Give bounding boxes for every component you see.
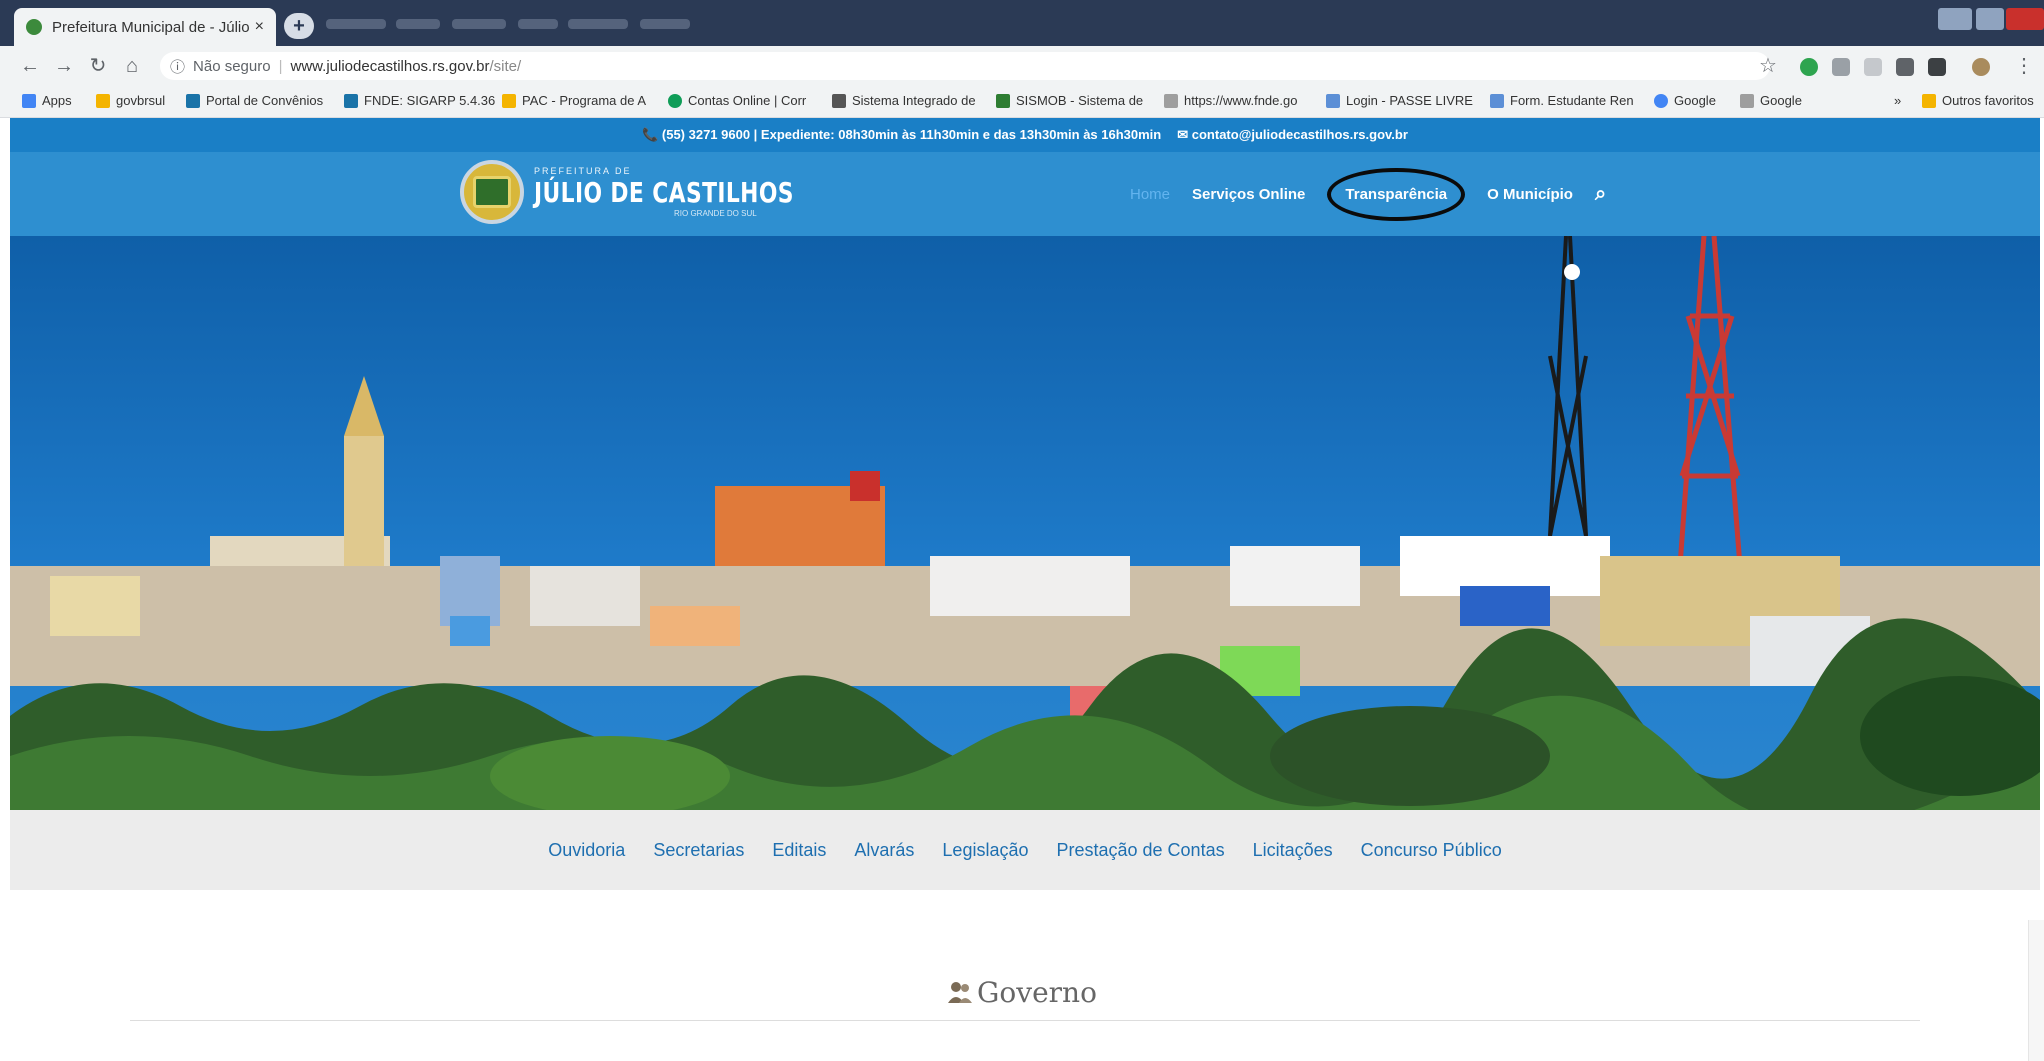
minimize-button[interactable] [1938,8,1972,30]
apps-grid-icon [22,93,36,108]
bookmark-item[interactable]: PAC - Programa de A [502,93,646,108]
extension-icon[interactable] [1800,58,1818,76]
extension-icon[interactable] [1832,58,1850,76]
google-icon [1654,93,1668,108]
download-icon[interactable] [1928,58,1946,76]
blurred-tab [640,19,690,29]
bookmark-item[interactable]: Google [1654,93,1716,108]
site-favicon-icon [26,19,42,35]
bookmark-favicon-icon [344,93,358,108]
menu-kebab-icon[interactable]: ⋮ [2012,54,2036,78]
tab-title: Prefeitura Municipal de - Júlio de Casti… [52,18,249,36]
city-skyline-illustration [10,236,2040,810]
bookmarks-overflow-icon[interactable]: » [1894,93,1901,108]
bookmark-favicon-icon [1326,93,1340,108]
bookmark-favicon-icon [186,93,200,108]
site-header: PREFEITURA DE JÚLIO DE CASTILHOS RIO GRA… [10,152,2040,236]
url-input[interactable]: ⓘ Não seguro | www.juliodecastilhos.rs.g… [160,52,1770,80]
url-host: www.juliodecastilhos.rs.gov.br [290,57,490,75]
hero-city-photo [10,236,2040,810]
secnav-ouvidoria[interactable]: Ouvidoria [548,840,625,861]
phone-hours: 📞 (55) 3271 9600 | Expediente: 08h30min … [642,127,1162,142]
main-nav: Home Serviços Online Transparência O Mun… [1130,152,1606,236]
page-scrollbar[interactable] [2028,920,2044,1061]
not-secure-label: Não seguro [193,57,271,75]
bookmarks-bar: Apps govbrsul Portal de Convênios FNDE: … [0,86,2044,118]
browser-tab-strip: Prefeitura Municipal de - Júlio de Casti… [0,0,2044,46]
browser-tab[interactable]: Prefeitura Municipal de - Júlio de Casti… [14,8,276,46]
blurred-tab [452,19,506,29]
folder-icon [1922,93,1936,108]
bookmark-favicon-icon [1490,93,1504,108]
secnav-secretarias[interactable]: Secretarias [653,840,744,861]
secnav-licitacoes[interactable]: Licitações [1253,840,1333,861]
bookmark-item[interactable]: Sistema Integrado de [832,93,976,108]
nav-municipio[interactable]: O Município [1487,186,1573,203]
nav-servicos-online[interactable]: Serviços Online [1192,186,1305,203]
secnav-prestacao-de-contas[interactable]: Prestação de Contas [1056,840,1224,861]
bookmark-item[interactable]: Form. Estudante Ren [1490,93,1634,108]
maximize-button[interactable] [1976,8,2004,30]
site-logo[interactable]: PREFEITURA DE JÚLIO DE CASTILHOS RIO GRA… [460,160,867,224]
secnav-alvaras[interactable]: Alvarás [854,840,914,861]
contact-topbar: 📞 (55) 3271 9600 | Expediente: 08h30min … [10,118,2040,152]
bookmark-favicon-icon [996,93,1010,108]
bookmark-item[interactable]: SISMOB - Sistema de [996,93,1143,108]
bookmark-item[interactable]: govbrsul [96,93,165,108]
folder-icon [96,93,110,108]
extension-icon[interactable] [1896,58,1914,76]
secnav-concurso-publico[interactable]: Concurso Público [1361,840,1502,861]
star-bookmark-icon[interactable]: ☆ [1756,54,1780,78]
bookmark-item[interactable]: FNDE: SIGARP 5.4.36 [344,93,495,108]
section-divider [130,1020,1920,1021]
coat-of-arms-icon [460,160,524,224]
blurred-tab [518,19,558,29]
extension-icon[interactable] [1864,58,1882,76]
secnav-legislacao[interactable]: Legislação [942,840,1028,861]
nav-transparencia[interactable]: Transparência [1327,167,1466,221]
home-icon[interactable]: ⌂ [120,54,144,78]
bookmark-favicon-icon [668,93,682,108]
url-separator: | [278,57,283,75]
forward-icon[interactable]: → [52,54,76,78]
site-info-icon[interactable]: ⓘ [170,56,185,77]
secnav-editais[interactable]: Editais [772,840,826,861]
reload-icon[interactable]: ↻ [86,54,110,78]
tab-close-icon[interactable]: × [255,18,264,36]
bookmark-item[interactable]: https://www.fnde.go [1164,93,1297,108]
bookmark-item[interactable]: Login - PASSE LIVRE [1326,93,1473,108]
back-icon[interactable]: ← [18,54,42,78]
bookmark-item[interactable]: Contas Online | Corr [668,93,806,108]
logo-subtitle: RIO GRANDE DO SUL [674,209,757,218]
profile-avatar[interactable] [1972,58,1990,76]
bookmark-item[interactable]: Google [1740,93,1802,108]
other-bookmarks[interactable]: Outros favoritos [1922,93,2034,108]
section-title-governo: Governo [977,976,1097,1009]
bookmark-item[interactable]: Portal de Convênios [186,93,323,108]
people-group-icon [948,982,973,1003]
blurred-tab [396,19,440,29]
new-tab-button[interactable]: + [284,13,314,39]
bookmark-favicon-icon [502,93,516,108]
search-icon[interactable]: ⌕ [1595,183,1606,206]
bookmark-item[interactable]: Apps [22,93,72,108]
page-icon [1164,93,1178,108]
bookmark-favicon-icon [832,93,846,108]
blurred-tab [326,19,386,29]
contact-email[interactable]: ✉ contato@juliodecastilhos.rs.gov.br [1177,127,1408,143]
secondary-nav: Ouvidoria Secretarias Editais Alvarás Le… [10,810,2040,890]
close-window-button[interactable] [2006,8,2044,30]
section-heading: Governo [0,976,2044,1009]
blurred-tab [568,19,628,29]
nav-home[interactable]: Home [1130,186,1170,203]
page-icon [1740,93,1754,108]
logo-title: JÚLIO DE CASTILHOS [534,176,794,209]
address-bar-row: ← → ↻ ⌂ ⓘ Não seguro | www.juliodecastil… [0,46,2044,86]
logo-small-text: PREFEITURA DE [534,166,632,176]
url-path: /site/ [489,57,522,75]
